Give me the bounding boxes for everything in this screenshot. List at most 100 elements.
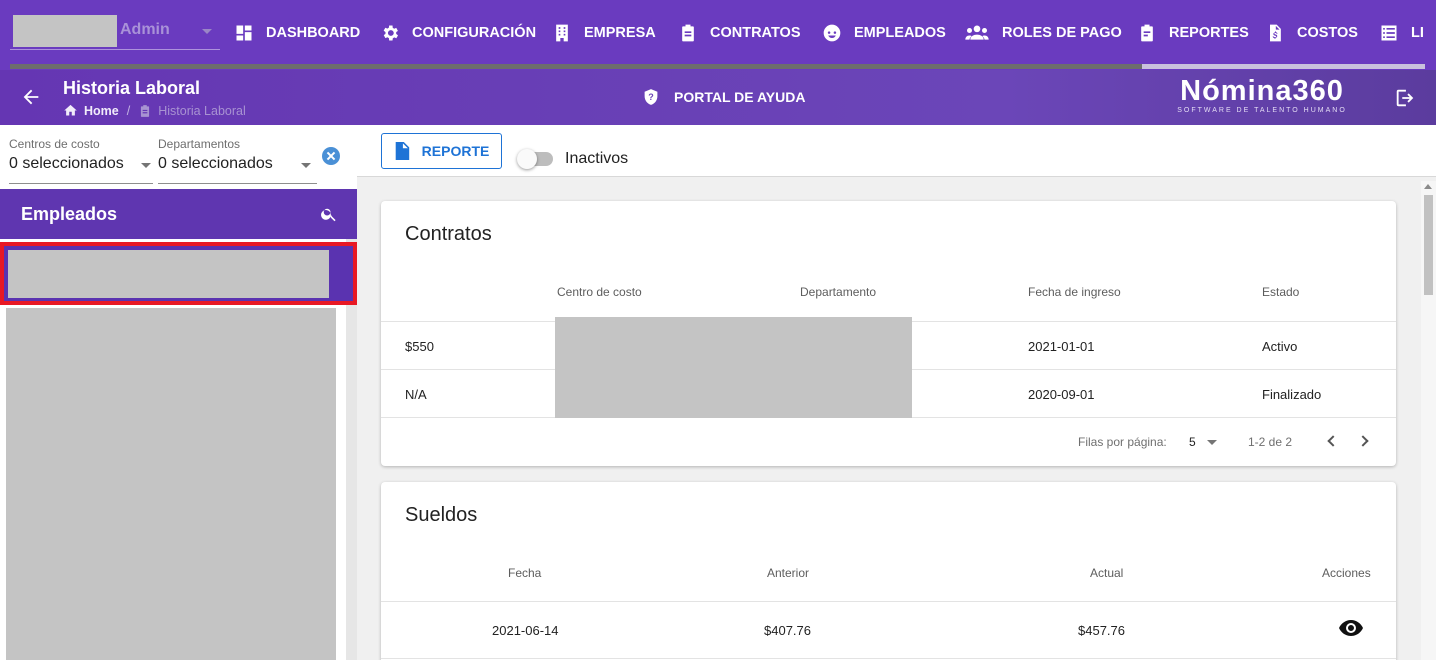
main-menu: DASHBOARD CONFIGURACIÓN EMPRESA CONTRATO… [234,0,1436,66]
column-header[interactable]: Centro de costo [557,285,642,299]
employees-header: Empleados [0,189,357,239]
help-icon: ? [644,89,658,105]
svg-text:?: ? [648,92,654,102]
main-content: REPORTE Inactivos Contratos Centro de co… [357,125,1436,660]
salary-previous: $407.76 [764,623,811,638]
nav-item-label: DASHBOARD [266,25,361,41]
contract-status: Finalizado [1262,387,1322,402]
contracts-title: Contratos [405,223,492,245]
search-icon[interactable] [320,205,338,223]
nav-item-dashboard[interactable]: DASHBOARD [234,0,380,66]
department-underline [158,183,317,184]
contract-salary: $550 [405,339,434,354]
department-filter[interactable]: Departamentos 0 seleccionados [158,137,273,173]
breadcrumb-current: Historia Laboral [158,103,246,118]
rows-per-page-label: Filas por página: [1078,435,1167,449]
help-portal-label: PORTAL DE AYUDA [674,89,806,105]
column-header[interactable]: Fecha de ingreso [1028,285,1121,299]
invoice-icon [1270,24,1281,42]
column-header[interactable]: Estado [1262,285,1299,299]
cost-center-filter[interactable]: Centros de costo 0 seleccionados [9,137,124,173]
salaries-title: Sueldos [405,504,478,526]
scroll-up-arrow-icon[interactable] [1424,184,1432,189]
loading-progress-fill [10,64,1142,69]
inactive-toggle-label: Inactivos [565,150,629,167]
nav-item-label: REPORTES [1169,25,1249,41]
people-icon [965,25,989,40]
department-value: 0 seleccionados [158,155,273,172]
pagination-range: 1-2 de 2 [1248,435,1293,449]
nav-item-li[interactable]: LI [1379,0,1436,66]
company-selector[interactable]: Admin [10,12,220,50]
page-header: Historia Laboral Home / Historia Laboral… [0,70,1436,125]
clipboard-icon [682,24,694,42]
nav-item-contratos[interactable]: CONTRATOS [678,0,822,66]
chevron-down-icon[interactable] [301,163,311,168]
cost-center-label: Centros de costo [9,137,100,151]
column-header[interactable]: Departamento [800,285,876,299]
column-header[interactable]: Actual [1090,566,1123,580]
salaries-card: Sueldos Fecha Anterior Actual Acciones 2… [381,482,1396,660]
content-toolbar: REPORTE Inactivos [357,125,1436,177]
report-button[interactable]: REPORTE [381,133,502,169]
chevron-left-icon[interactable] [1327,435,1339,447]
nav-item-empleados[interactable]: EMPLEADOS [822,0,964,66]
top-navigation-bar: Admin DASHBOARD CONFIGURACIÓN EMPRESA CO… [0,0,1436,70]
clipboard-icon [141,104,150,117]
nav-item-reportes[interactable]: REPORTES [1137,0,1265,66]
eye-icon[interactable] [1339,620,1363,636]
table-divider [381,601,1396,602]
brand-name: Nómina360 [1180,75,1344,107]
breadcrumb-separator: / [126,103,131,118]
clear-filters-icon[interactable] [322,147,340,165]
salary-date: 2021-06-14 [492,623,559,638]
face-icon [823,24,841,42]
column-header[interactable]: Acciones [1322,566,1371,580]
company-role-label: Admin [120,21,170,38]
department-label: Departamentos [158,137,241,151]
selected-employee-item[interactable] [0,242,357,305]
company-name-redacted [13,15,117,47]
inactive-toggle[interactable] [517,149,557,169]
column-header[interactable]: Fecha [508,566,541,580]
nav-item-label: COSTOS [1297,25,1358,41]
cost-center-underline [9,183,153,184]
chevron-right-icon[interactable] [1357,435,1369,447]
brand-tagline: SOFTWARE DE TALENTO HUMANO [1177,107,1347,114]
help-portal-link[interactable]: ? PORTAL DE AYUDA [642,88,805,106]
building-icon [556,24,568,42]
back-arrow-icon[interactable] [20,86,42,108]
home-icon [64,104,77,116]
nav-item-label: CONTRATOS [710,25,801,41]
main-scroll-thumb[interactable] [1424,195,1433,295]
gear-icon [383,25,398,41]
list-icon [1381,25,1397,41]
contract-start-date: 2020-09-01 [1028,387,1095,402]
contract-start-date: 2021-01-01 [1028,339,1095,354]
page-title: Historia Laboral [63,78,201,98]
nav-item-empresa[interactable]: EMPRESA [552,0,678,66]
breadcrumb-home[interactable]: Home [84,104,119,118]
nav-item-label: CONFIGURACIÓN [412,25,537,41]
contract-cost-center-redacted [555,317,912,418]
rows-per-page-select[interactable]: 5 [1189,435,1196,449]
chevron-down-icon [202,29,212,34]
chevron-down-icon[interactable] [1207,440,1217,445]
nav-item-costos[interactable]: COSTOS [1265,0,1379,66]
column-header[interactable]: Anterior [767,566,809,580]
report-button-label: REPORTE [421,143,490,159]
nav-item-configuracion[interactable]: CONFIGURACIÓN [380,0,552,66]
contract-status: Activo [1262,339,1298,354]
breadcrumb: Home / Historia Laboral [63,103,246,118]
dashboard-icon [236,25,252,41]
loading-progress-bar [10,64,1425,69]
selected-employee-redacted [8,250,329,298]
nav-item-roles-de-pago[interactable]: ROLES DE PAGO [964,0,1137,66]
toggle-knob [517,149,537,169]
chevron-down-icon[interactable] [141,163,151,168]
employee-list-redacted[interactable] [6,308,336,660]
logout-icon[interactable] [1394,87,1416,109]
contracts-card: Contratos Centro de costo Departamento F… [381,201,1396,466]
nav-item-label: EMPRESA [584,25,656,41]
nav-item-label: EMPLEADOS [854,25,946,41]
